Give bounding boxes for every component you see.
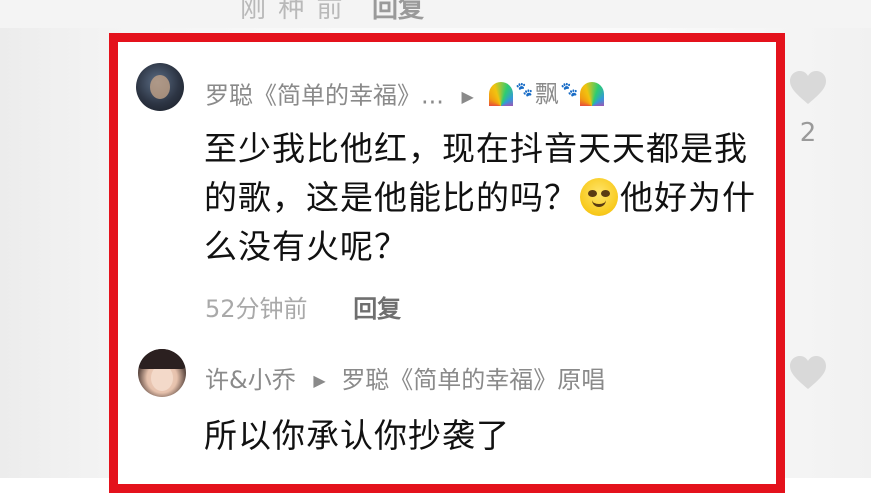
- paw-icon: 🐾: [560, 81, 579, 98]
- comment-text: 至少我比他红，现在抖音天天都是我的歌，这是他能比的吗？ 他好为什么没有火呢？: [204, 124, 764, 271]
- heart-icon[interactable]: [788, 70, 828, 106]
- username[interactable]: 罗聪《简单的幸福》...: [205, 82, 444, 110]
- rainbow-icon: [489, 81, 514, 106]
- avatar[interactable]: [136, 63, 184, 111]
- cropped-time-text: 刚 种 前: [240, 0, 345, 24]
- avatar[interactable]: [138, 349, 186, 397]
- heart-icon[interactable]: [788, 355, 828, 391]
- triangle-right-icon: ▶: [461, 86, 474, 106]
- comment-meta: 52分钟前 回复: [205, 289, 401, 324]
- paw-icon: 🐾: [515, 81, 533, 98]
- username[interactable]: 许&小乔: [205, 366, 296, 394]
- triangle-right-icon: ▶: [313, 371, 326, 390]
- like-column: 2: [778, 70, 838, 148]
- comment-time: 52分钟前: [205, 295, 308, 323]
- comment-header: 许&小乔 ▶ 罗聪《简单的幸福》原唱: [205, 360, 605, 395]
- rainbow-icon: [580, 81, 605, 106]
- reply-button[interactable]: 回复: [353, 295, 401, 323]
- reply-to-user[interactable]: 🐾 飘 🐾: [489, 74, 605, 109]
- reply-to-user[interactable]: 罗聪《简单的幸福》原唱: [341, 366, 605, 394]
- comment-header: 罗聪《简单的幸福》... ▶ 🐾 飘 🐾: [205, 74, 605, 111]
- cropped-previous-comment: 刚 种 前 回复: [0, 0, 871, 28]
- reply-to-name: 飘: [534, 80, 559, 108]
- comment-text: 所以你承认你抄袭了: [204, 416, 510, 455]
- like-column: [778, 355, 838, 391]
- cropped-reply-text: 回复: [372, 0, 425, 24]
- like-count: 2: [799, 118, 817, 148]
- smiley-emoji-icon: [580, 178, 618, 216]
